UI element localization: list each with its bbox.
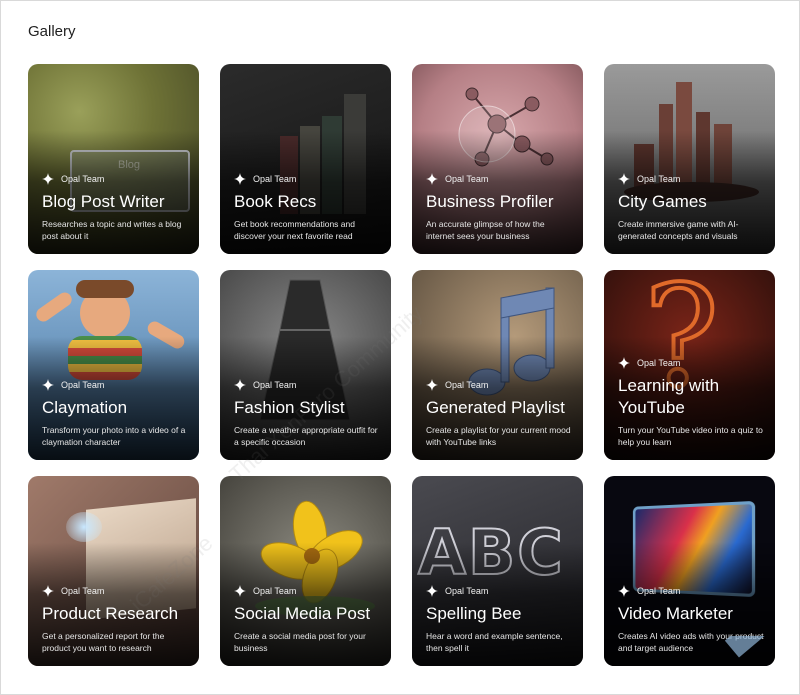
card-description: Get book recommendations and discover yo… [234, 219, 355, 241]
gallery-panel: Gallery Blog Opal Team Blog Post Writer … [0, 0, 800, 695]
card-description: An accurate glimpse of how the internet … [426, 219, 545, 241]
sparkle-icon [42, 585, 54, 597]
card-title: Fashion Stylist [234, 398, 345, 417]
card-badge: Opal Team [426, 173, 573, 185]
card-info: Opal Team Book Recs Get book recommendat… [234, 173, 381, 242]
gallery-grid: Blog Opal Team Blog Post Writer Research… [28, 64, 775, 666]
badge-label: Opal Team [637, 358, 681, 368]
card-title: Product Research [42, 604, 179, 623]
sparkle-icon [234, 379, 246, 391]
badge-label: Opal Team [61, 586, 105, 596]
page-title: Gallery [28, 23, 76, 40]
gallery-card-abc[interactable]: ABC Opal Team Spelling Bee Hear a word a… [412, 476, 583, 666]
card-info: Opal Team City Games Create immersive ga… [618, 173, 765, 242]
card-title: Learning with YouTube [618, 376, 720, 417]
gallery-card-blog[interactable]: Blog Opal Team Blog Post Writer Research… [28, 64, 199, 254]
badge-label: Opal Team [253, 586, 297, 596]
card-title: Video Marketer [618, 604, 733, 623]
card-description: Create a weather appropriate outfit for … [234, 425, 378, 447]
sparkle-icon [618, 585, 630, 597]
card-badge: Opal Team [234, 173, 381, 185]
card-badge: Opal Team [42, 173, 189, 185]
card-title: Blog Post Writer [42, 192, 165, 211]
card-description: Hear a word and example sentence, then s… [426, 631, 563, 653]
badge-label: Opal Team [61, 380, 105, 390]
card-badge: Opal Team [618, 585, 765, 597]
card-title: Business Profiler [426, 192, 554, 211]
card-title: Claymation [42, 398, 128, 417]
sparkle-icon [234, 585, 246, 597]
badge-label: Opal Team [445, 174, 489, 184]
gallery-card-books[interactable]: Opal Team Book Recs Get book recommendat… [220, 64, 391, 254]
card-badge: Opal Team [618, 357, 765, 369]
sparkle-icon [426, 585, 438, 597]
card-description: Turn your YouTube video into a quiz to h… [618, 425, 763, 447]
badge-label: Opal Team [253, 174, 297, 184]
badge-label: Opal Team [61, 174, 105, 184]
card-title: Book Recs [234, 192, 317, 211]
sparkle-icon [42, 173, 54, 185]
card-badge: Opal Team [426, 379, 573, 391]
card-info: Opal Team Blog Post Writer Researches a … [42, 173, 189, 242]
card-info: Opal Team Fashion Stylist Create a weath… [234, 379, 381, 448]
card-info: Opal Team Learning with YouTube Turn you… [618, 357, 765, 448]
card-badge: Opal Team [618, 173, 765, 185]
gallery-card-paper[interactable]: Opal Team Product Research Get a persona… [28, 476, 199, 666]
card-title: City Games [618, 192, 707, 211]
gallery-card-molecule[interactable]: Opal Team Business Profiler An accurate … [412, 64, 583, 254]
card-info: Opal Team Business Profiler An accurate … [426, 173, 573, 242]
card-description: Researches a topic and writes a blog pos… [42, 219, 182, 241]
card-badge: Opal Team [234, 379, 381, 391]
card-badge: Opal Team [234, 585, 381, 597]
card-badge: Opal Team [426, 585, 573, 597]
badge-label: Opal Team [253, 380, 297, 390]
sparkle-icon [426, 379, 438, 391]
card-badge: Opal Team [42, 585, 189, 597]
card-info: Opal Team Social Media Post Create a soc… [234, 585, 381, 654]
card-info: Opal Team Spelling Bee Hear a word and e… [426, 585, 573, 654]
sparkle-icon [618, 173, 630, 185]
card-info: Opal Team Product Research Get a persona… [42, 585, 189, 654]
card-info: Opal Team Generated Playlist Create a pl… [426, 379, 573, 448]
sparkle-icon [42, 379, 54, 391]
badge-label: Opal Team [637, 586, 681, 596]
card-info: Opal Team Claymation Transform your phot… [42, 379, 189, 448]
card-title: Generated Playlist [426, 398, 565, 417]
gallery-card-note[interactable]: Opal Team Generated Playlist Create a pl… [412, 270, 583, 460]
card-description: Transform your photo into a video of a c… [42, 425, 186, 447]
badge-label: Opal Team [445, 586, 489, 596]
card-title: Social Media Post [234, 604, 371, 623]
gallery-card-city[interactable]: Opal Team City Games Create immersive ga… [604, 64, 775, 254]
card-title: Spelling Bee [426, 604, 522, 623]
card-description: Create a social media post for your busi… [234, 631, 366, 653]
card-description: Get a personalized report for the produc… [42, 631, 165, 653]
card-description: Create immersive game with AI-generated … [618, 219, 739, 241]
badge-label: Opal Team [445, 380, 489, 390]
gallery-card-clay[interactable]: Opal Team Claymation Transform your phot… [28, 270, 199, 460]
sparkle-icon [234, 173, 246, 185]
card-description: Create a playlist for your current mood … [426, 425, 571, 447]
card-badge: Opal Team [42, 379, 189, 391]
badge-label: Opal Team [637, 174, 681, 184]
gallery-card-flower[interactable]: Opal Team Social Media Post Create a soc… [220, 476, 391, 666]
sparkle-icon [426, 173, 438, 185]
gallery-card-question[interactable]: ? Opal Team Learning with YouTube Turn y… [604, 270, 775, 460]
gallery-card-dress[interactable]: Opal Team Fashion Stylist Create a weath… [220, 270, 391, 460]
sparkle-icon [618, 357, 630, 369]
watermark-corner-logo [724, 636, 795, 658]
